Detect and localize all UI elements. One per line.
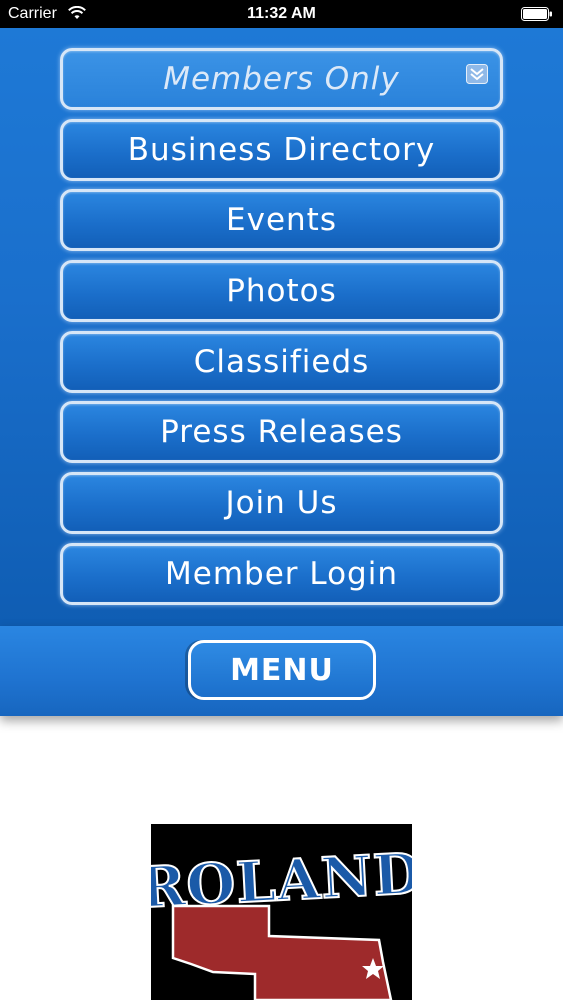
members-only-label: Members Only: [163, 61, 400, 97]
menu-item-member-login[interactable]: Member Login: [60, 542, 503, 605]
oklahoma-map-logo: ROLAND: [151, 824, 412, 1000]
menu-panel: Members Only Business Directory Events P…: [0, 28, 563, 626]
menu-item-join-us[interactable]: Join Us: [60, 472, 503, 535]
clock-label: 11:32 AM: [247, 5, 316, 22]
menu-item-label: Join Us: [225, 485, 338, 522]
menu-item-press-releases[interactable]: Press Releases: [60, 401, 503, 464]
menu-item-label: Events: [226, 202, 337, 239]
status-bar: Carrier 11:32 AM: [0, 0, 563, 28]
menu-item-label: Press Releases: [160, 414, 403, 451]
chevron-down-icon[interactable]: [466, 64, 488, 84]
menu-bar: MENU: [0, 626, 563, 716]
menu-item-photos[interactable]: Photos: [60, 260, 503, 323]
menu-toggle-button[interactable]: MENU: [188, 640, 376, 700]
menu-item-label: Photos: [226, 273, 337, 310]
menu-item-label: Business Directory: [127, 131, 436, 168]
members-only-dropdown[interactable]: Members Only: [60, 48, 503, 110]
roland-logo: ROLAND: [151, 824, 412, 1000]
menu-item-events[interactable]: Events: [60, 189, 503, 252]
menu-item-label: Classifieds: [193, 343, 370, 380]
battery-icon: [521, 7, 552, 21]
menu-list: Members Only Business Directory Events P…: [60, 48, 503, 614]
menu-item-label: Member Login: [165, 555, 398, 592]
menu-item-business-directory[interactable]: Business Directory: [60, 118, 503, 181]
menu-item-classifieds[interactable]: Classifieds: [60, 330, 503, 393]
